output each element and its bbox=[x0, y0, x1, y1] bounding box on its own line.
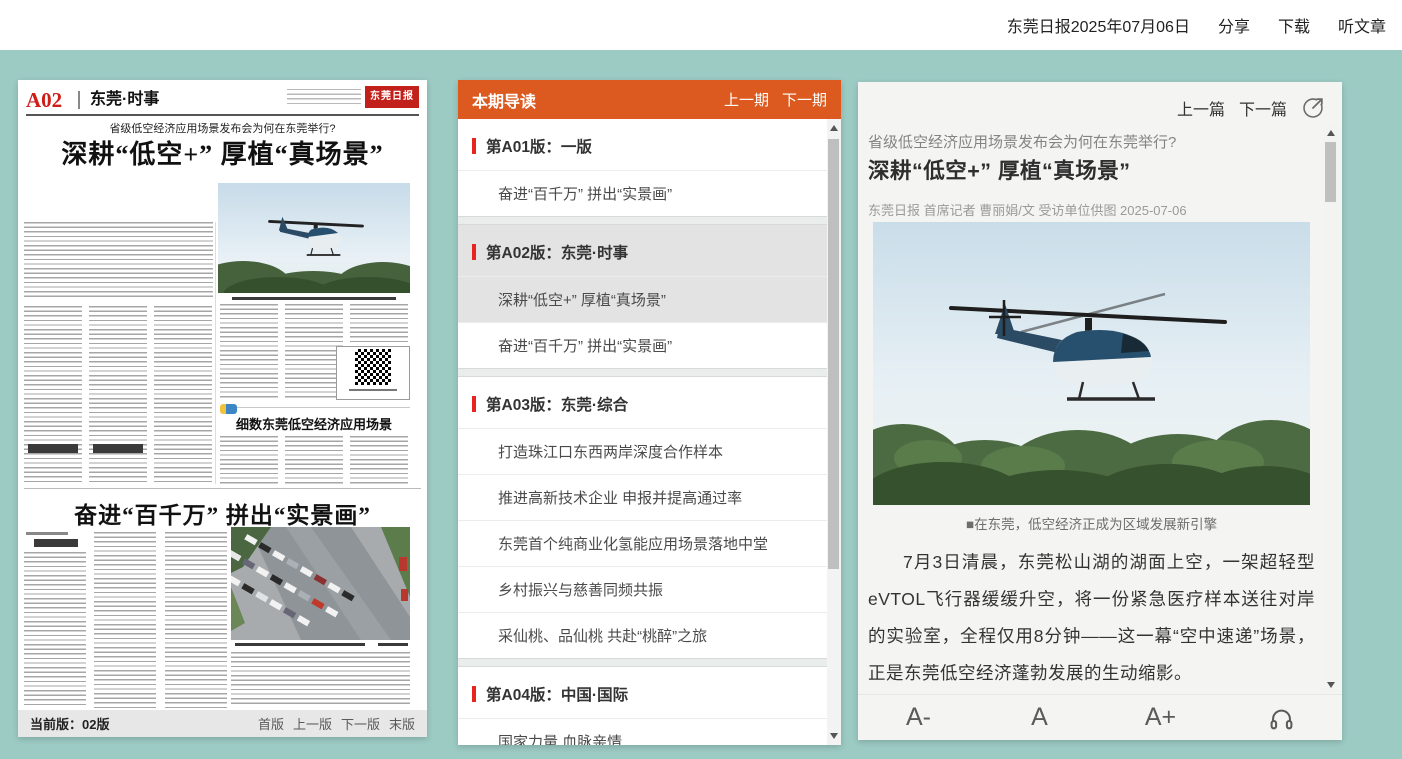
toc-title: 本期导读 bbox=[472, 88, 536, 112]
text-column bbox=[154, 306, 212, 484]
prev-page-button[interactable]: 上一版 bbox=[293, 714, 332, 733]
text-column bbox=[285, 436, 343, 484]
text-column bbox=[165, 532, 227, 708]
toc-section-a03[interactable]: 第A03版：东莞·综合 bbox=[458, 377, 827, 428]
section-marker-icon bbox=[472, 244, 476, 260]
paper-photo2-credit bbox=[378, 643, 408, 646]
toc-section-a02[interactable]: 第A02版：东莞·时事 bbox=[458, 225, 827, 276]
headphones-icon bbox=[1268, 705, 1295, 732]
section-marker-icon bbox=[472, 138, 476, 154]
masthead-meta-text bbox=[287, 89, 361, 105]
scrollbar-thumb[interactable] bbox=[828, 139, 839, 569]
qr-code bbox=[355, 349, 391, 385]
paper-photo2-caption bbox=[235, 643, 365, 646]
text-column bbox=[350, 436, 408, 484]
toc-article-item[interactable]: 奋进“百千万” 拼出“实景画” bbox=[458, 170, 827, 216]
continued-note bbox=[26, 532, 68, 535]
section-gap bbox=[458, 658, 827, 667]
next-issue-button[interactable]: 下一期 bbox=[782, 89, 827, 110]
toc-article-item[interactable]: 奋进“百千万” 拼出“实景画” bbox=[458, 322, 827, 368]
font-larger-button[interactable]: A+ bbox=[1100, 703, 1221, 732]
current-page-label: 当前版：02版 bbox=[30, 714, 109, 733]
toc-article-item-active[interactable]: 深耕“低空+” 厚植“真场景” bbox=[458, 276, 827, 322]
text-column bbox=[24, 306, 82, 484]
share-button[interactable]: 分享 bbox=[1218, 13, 1250, 37]
article-helicopter-photo bbox=[873, 222, 1310, 505]
text-column bbox=[231, 652, 410, 706]
paper-traffic-photo bbox=[231, 527, 410, 640]
toc-panel: 本期导读 上一期 下一期 第A01版：一版 奋进“百千万” 拼出“实景画” 第A… bbox=[458, 80, 841, 745]
article-scrollbar[interactable] bbox=[1324, 126, 1338, 692]
masthead-rule bbox=[26, 114, 419, 116]
paper-headline-second: 奋进“百千万” 拼出“实景画” bbox=[18, 496, 427, 530]
page-section-name: 东莞·时事 bbox=[78, 91, 159, 109]
toc-section-a04[interactable]: 第A04版：中国·国际 bbox=[458, 667, 827, 718]
section-marker-icon bbox=[472, 396, 476, 412]
first-page-button[interactable]: 首版 bbox=[258, 714, 284, 733]
scrollbar-thumb[interactable] bbox=[1325, 142, 1336, 202]
text-column bbox=[89, 306, 147, 484]
toc-list: 第A01版：一版 奋进“百千万” 拼出“实景画” 第A02版：东莞·时事 深耕“… bbox=[458, 119, 827, 745]
article-title: 深耕“低空+” 厚植“真场景” bbox=[868, 154, 1131, 185]
paper-photo1-caption bbox=[232, 297, 396, 300]
paper-lead-text bbox=[24, 222, 213, 298]
toc-article-item[interactable]: 国家力量 血脉亲情 bbox=[458, 718, 827, 745]
article-panel: 上一篇 下一篇 省级低空经济应用场景发布会为何在东莞举行? 深耕“低空+” 厚植… bbox=[858, 82, 1342, 740]
scroll-down-arrow[interactable] bbox=[1327, 682, 1335, 688]
prev-issue-button[interactable]: 上一期 bbox=[724, 89, 769, 110]
toc-scrollbar[interactable] bbox=[827, 119, 841, 745]
section-gap bbox=[458, 216, 827, 225]
text-column bbox=[220, 436, 278, 484]
section-rule bbox=[220, 407, 410, 408]
scroll-up-arrow[interactable] bbox=[830, 125, 838, 131]
article-kicker: 省级低空经济应用场景发布会为何在东莞举行? bbox=[868, 131, 1176, 152]
article-photo-caption: ■在东莞，低空经济正成为区域发展新引擎 bbox=[868, 513, 1315, 533]
scroll-down-arrow[interactable] bbox=[830, 733, 838, 739]
paper-subhead: 细数东莞低空经济应用场景 bbox=[218, 414, 410, 433]
story-divider bbox=[24, 488, 421, 489]
text-column bbox=[220, 304, 278, 398]
column-subhead bbox=[93, 444, 143, 453]
toc-article-item[interactable]: 推进高新技术企业 申报并提高通过率 bbox=[458, 474, 827, 520]
toc-article-item[interactable]: 打造珠江口东西两岸深度合作样本 bbox=[458, 428, 827, 474]
section-gap bbox=[458, 368, 827, 377]
article-paragraph: 7月3日清晨，东莞松山湖的湖面上空，一架超轻型eVTOL飞行器缓缓升空，将一份紧… bbox=[868, 544, 1315, 692]
media-logo-icon bbox=[220, 404, 237, 414]
article-byline: 东莞日报 首席记者 曹丽娟/文 受访单位供图 2025-07-06 bbox=[868, 200, 1187, 219]
page-code: A02 bbox=[26, 88, 62, 113]
paper-helicopter-photo bbox=[218, 183, 410, 293]
article-content: 省级低空经济应用场景发布会为何在东莞举行? 深耕“低空+” 厚植“真场景” 东莞… bbox=[868, 82, 1316, 740]
newspaper-page-panel: A02 东莞·时事 东莞日报 省级低空经济应用场景发布会为何在东莞举行? 深耕“… bbox=[18, 80, 427, 737]
toc-article-item[interactable]: 乡村振兴与慈善同频共振 bbox=[458, 566, 827, 612]
toc-section-a01[interactable]: 第A01版：一版 bbox=[458, 119, 827, 170]
listen-article-button[interactable]: 听文章 bbox=[1338, 13, 1386, 37]
column-divider bbox=[215, 222, 216, 484]
qr-caption bbox=[349, 389, 397, 391]
article-toolbar: A- A A+ bbox=[858, 694, 1342, 740]
download-button[interactable]: 下载 bbox=[1278, 13, 1310, 37]
listen-audio-button[interactable] bbox=[1221, 703, 1342, 732]
text-column bbox=[285, 304, 343, 398]
column-subhead bbox=[34, 539, 78, 547]
paper-headline-main: 深耕“低空+” 厚植“真场景” bbox=[18, 134, 427, 171]
last-page-button[interactable]: 末版 bbox=[389, 714, 415, 733]
toc-header: 本期导读 上一期 下一期 bbox=[458, 80, 841, 119]
newspaper-logo: 东莞日报 bbox=[365, 86, 419, 108]
toc-article-item[interactable]: 东莞首个纯商业化氢能应用场景落地中堂 bbox=[458, 520, 827, 566]
text-column bbox=[24, 552, 86, 708]
toc-article-item[interactable]: 采仙桃、品仙桃 共赴“桃醉”之旅 bbox=[458, 612, 827, 658]
text-column bbox=[94, 532, 156, 708]
section-marker-icon bbox=[472, 686, 476, 702]
newspaper-page-image[interactable]: A02 东莞·时事 东莞日报 省级低空经济应用场景发布会为何在东莞举行? 深耕“… bbox=[18, 80, 427, 710]
font-normal-button[interactable]: A bbox=[979, 703, 1100, 732]
top-bar: 东莞日报2025年07月06日 分享 下载 听文章 bbox=[0, 0, 1402, 50]
page-navigation-bar: 当前版：02版 首版 上一版 下一版 末版 bbox=[18, 710, 427, 737]
scroll-up-arrow[interactable] bbox=[1327, 130, 1335, 136]
text-column bbox=[350, 304, 408, 342]
issue-date-label: 东莞日报2025年07月06日 bbox=[1007, 13, 1190, 37]
next-page-button[interactable]: 下一版 bbox=[341, 714, 380, 733]
column-subhead bbox=[28, 444, 78, 453]
font-smaller-button[interactable]: A- bbox=[858, 703, 979, 732]
